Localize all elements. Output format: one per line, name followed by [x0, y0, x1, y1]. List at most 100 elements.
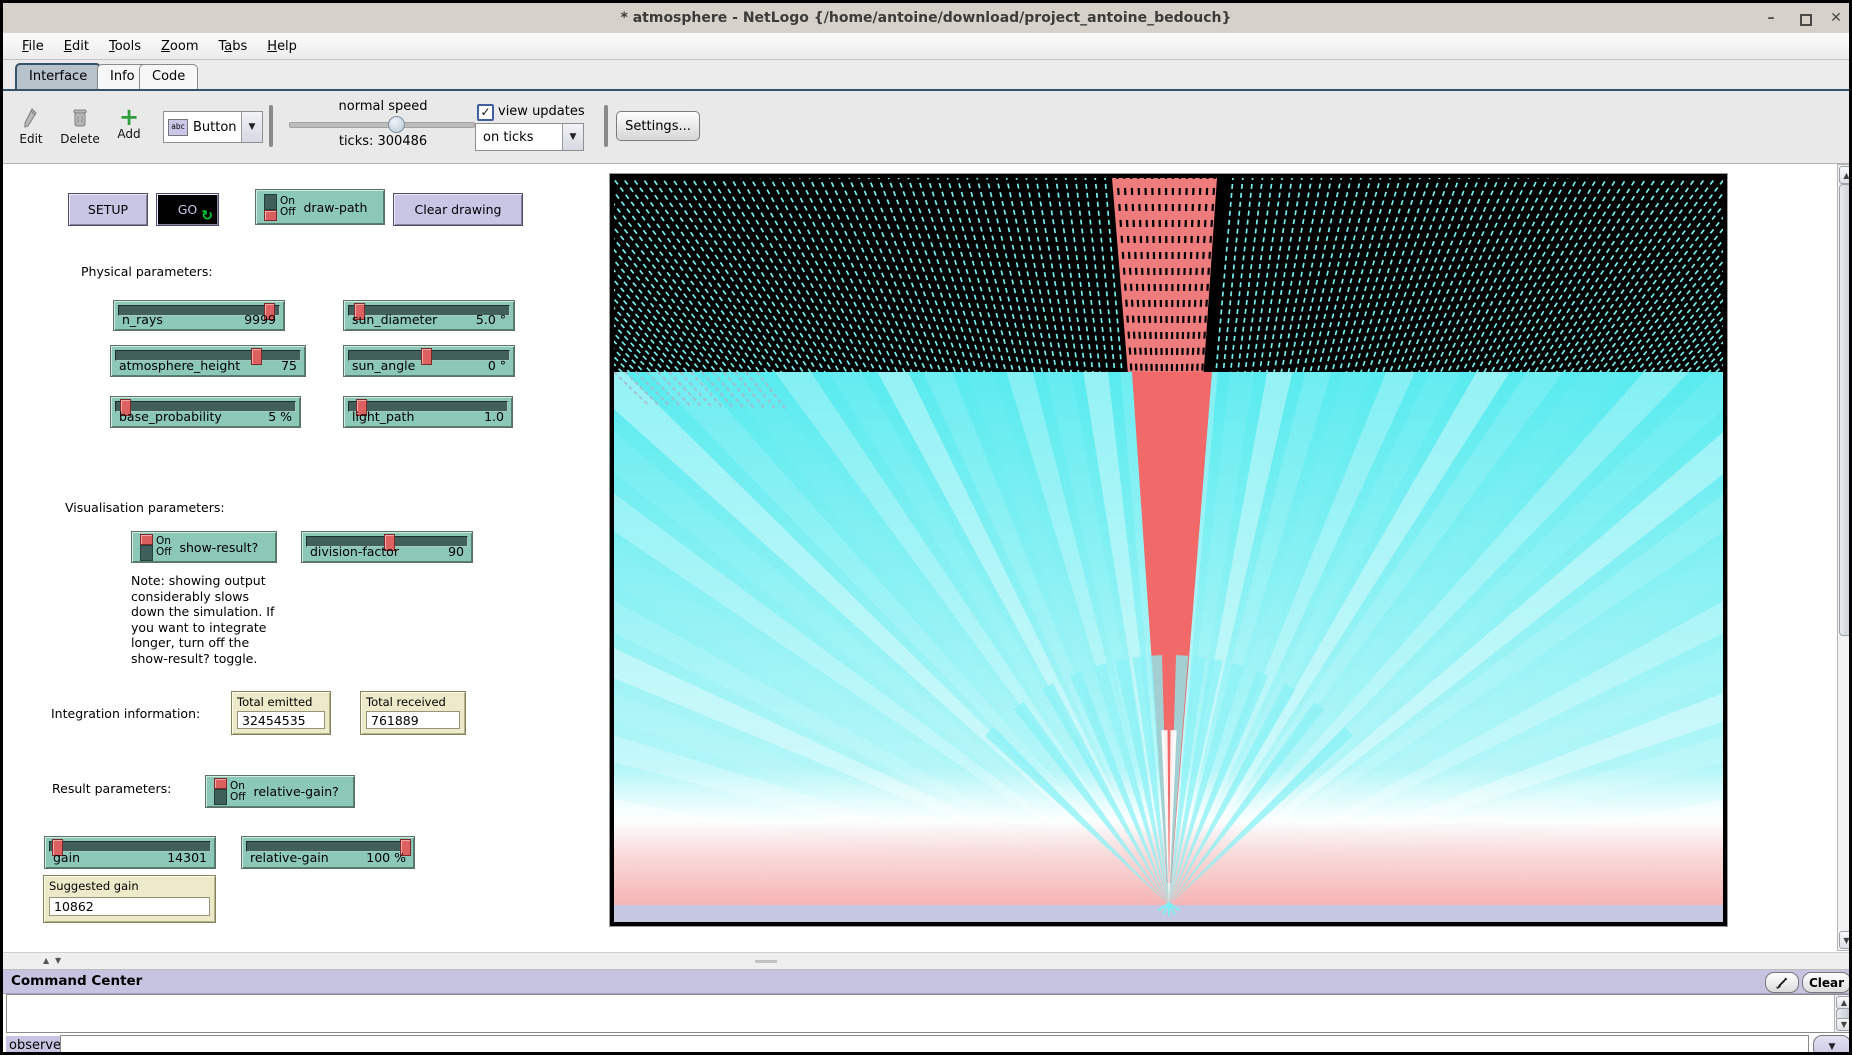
switch-lever[interactable] [214, 778, 227, 805]
command-center-header: Command Center Clear [3, 970, 1849, 994]
slider-value: 90 [448, 544, 464, 559]
switch-off-label: Off [156, 547, 172, 558]
tab-bar: Interface Info Code [3, 60, 1849, 91]
view-updates-label: view updates [498, 104, 585, 119]
clear-command-center-button[interactable]: Clear [1802, 972, 1851, 993]
pencil-icon [22, 107, 40, 129]
draw-path-switch[interactable]: On Off draw-path [255, 189, 385, 225]
go-button-label: GO [178, 202, 198, 217]
menu-edit[interactable]: Edit [55, 36, 98, 57]
note-line: down the simulation. If [131, 604, 274, 620]
result-parameters-heading: Result parameters: [52, 781, 171, 796]
add-tool-button[interactable]: + Add [111, 107, 147, 141]
forever-icon: ↻ [201, 208, 213, 224]
splitter-collapse-down-icon[interactable]: ▼ [55, 953, 61, 969]
base-probability-slider[interactable]: base_probability5 % [110, 396, 301, 428]
switch-lever[interactable] [140, 534, 153, 561]
switch-channel [140, 545, 153, 561]
scroll-down-icon[interactable]: ▼ [1839, 931, 1852, 949]
menu-zoom[interactable]: Zoom [152, 36, 207, 57]
switch-name: show-result? [180, 540, 259, 555]
total-received-monitor: Total received 761889 [360, 691, 466, 735]
command-input[interactable] [60, 1035, 1809, 1055]
slider-value: 14301 [167, 850, 207, 865]
go-button[interactable]: GO ↻ [156, 193, 219, 226]
division-factor-slider[interactable]: division-factor90 [301, 531, 473, 563]
slider-label: n_rays [122, 312, 163, 327]
world-view[interactable] [609, 173, 1728, 927]
slider-label: sun_angle [352, 358, 415, 373]
splitter-collapse-up-icon[interactable]: ▲ [43, 953, 49, 969]
switch-on-label: On [230, 781, 246, 792]
integration-information-heading: Integration information: [51, 706, 200, 721]
scroll-up-icon[interactable]: ▲ [1839, 166, 1852, 184]
n-rays-slider[interactable]: n_rays9999 [113, 300, 285, 331]
update-mode-value: on ticks [483, 130, 533, 145]
tab-interface[interactable]: Interface [15, 63, 101, 89]
widget-chooser-value: Button [193, 120, 237, 135]
command-history-dropdown[interactable]: ▼ [1813, 1035, 1851, 1055]
switch-knob[interactable] [140, 534, 153, 545]
slider-value: 5.0 ° [476, 312, 506, 327]
clear-drawing-button[interactable]: Clear drawing [393, 193, 523, 226]
splitter-handle[interactable] [755, 960, 777, 963]
interface-vertical-scrollbar[interactable]: ▲ ▼ [1837, 164, 1852, 951]
speed-slider-track[interactable] [289, 122, 475, 128]
switch-lever[interactable] [264, 194, 277, 221]
add-tool-label: Add [111, 127, 147, 141]
slider-value: 100 % [366, 850, 406, 865]
close-button[interactable]: ✕ [1823, 3, 1849, 33]
relative-gain-slider[interactable]: relative-gain100 % [241, 836, 415, 869]
delete-tool-label: Delete [55, 132, 105, 146]
scroll-down-icon[interactable]: ▼ [1836, 1018, 1852, 1031]
slider-value: 0 ° [488, 358, 506, 373]
switch-name: draw-path [304, 200, 368, 215]
speed-slider-thumb[interactable] [388, 116, 405, 133]
expand-command-center-button[interactable] [1765, 972, 1799, 993]
update-mode-dropdown[interactable]: on ticks ▼ [475, 123, 584, 151]
window-title: * atmosphere - NetLogo {/home/antoine/do… [3, 3, 1849, 33]
relative-gain-switch[interactable]: On Off relative-gain? [205, 775, 355, 808]
delete-tool-button[interactable]: Delete [55, 107, 105, 146]
widget-chooser[interactable]: abc Button ▼ [163, 111, 263, 143]
slider-label: sun_diameter [352, 312, 437, 327]
trash-icon [71, 107, 89, 129]
sun-diameter-slider[interactable]: sun_diameter 5.0 ° [343, 300, 515, 331]
show-result-switch[interactable]: On Off show-result? [131, 531, 277, 563]
atmosphere-height-slider[interactable]: atmosphere_height75 [110, 345, 306, 377]
scrollbar-thumb[interactable] [1839, 184, 1852, 636]
tab-code[interactable]: Code [139, 64, 198, 89]
monitor-title: Total emitted [232, 692, 330, 709]
sun-angle-slider[interactable]: sun_angle 0 ° [343, 345, 515, 377]
gain-slider[interactable]: gain14301 [44, 836, 216, 869]
menu-bar: File Edit Tools Zoom Tabs Help [3, 33, 1849, 60]
speed-label: normal speed [303, 99, 463, 114]
switch-knob[interactable] [264, 210, 277, 221]
command-center-splitter[interactable]: ▲ ▼ [3, 952, 1849, 970]
menu-file[interactable]: File [13, 36, 53, 57]
physical-parameters-heading: Physical parameters: [81, 264, 213, 279]
light-path-slider[interactable]: light_path1.0 [343, 396, 513, 428]
note-text: Note: showing output considerably slows … [131, 573, 274, 666]
observer-prompt: observer> [6, 1036, 66, 1055]
edit-tool-button[interactable]: Edit [11, 107, 51, 146]
view-updates-checkbox[interactable]: ✓ [477, 104, 494, 121]
edit-tool-label: Edit [11, 132, 51, 146]
chevron-down-icon: ▼ [241, 112, 262, 142]
switch-knob[interactable] [214, 778, 227, 789]
title-bar[interactable]: * atmosphere - NetLogo {/home/antoine/do… [3, 3, 1849, 34]
world-view-canvas [614, 178, 1723, 922]
minimize-button[interactable]: – [1758, 3, 1784, 33]
expand-arrows-icon [1776, 977, 1788, 989]
setup-button[interactable]: SETUP [68, 193, 148, 226]
total-emitted-monitor: Total emitted 32454535 [231, 691, 331, 735]
switch-off-label: Off [280, 207, 296, 218]
maximize-icon[interactable] [1800, 14, 1812, 26]
output-scrollbar[interactable]: ▲ ▼ [1834, 995, 1851, 1032]
settings-button[interactable]: Settings... [616, 111, 700, 141]
menu-tabs[interactable]: Tabs [209, 36, 256, 57]
command-center-output[interactable]: ▲ ▼ [6, 994, 1852, 1033]
menu-tools[interactable]: Tools [100, 36, 150, 57]
menu-help[interactable]: Help [258, 36, 306, 57]
suggested-gain-monitor: Suggested gain 10862 [43, 875, 216, 923]
